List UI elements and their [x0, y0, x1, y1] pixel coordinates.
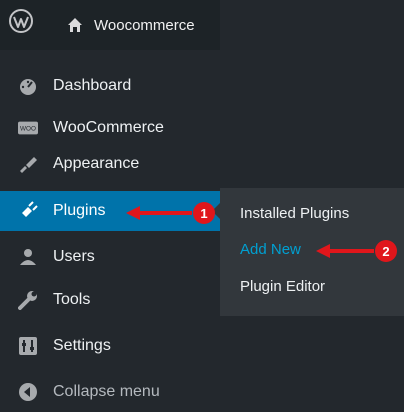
menu-item-label: Appearance	[53, 155, 140, 172]
menu-item-label: WooCommerce	[53, 119, 164, 136]
menu-item-dashboard[interactable]: Dashboard	[0, 66, 220, 106]
plugins-submenu: Installed Plugins Add New Plugin Editor	[220, 188, 404, 316]
dashboard-icon	[18, 76, 38, 96]
menu-item-woocommerce[interactable]: WOO WooCommerce	[0, 108, 220, 148]
menu-item-label: Users	[53, 248, 95, 265]
svg-text:WOO: WOO	[20, 126, 36, 133]
menu-item-label: Plugins	[53, 202, 106, 219]
menu-item-tools[interactable]: Tools	[0, 280, 220, 320]
submenu-item-add-new[interactable]: Add New	[240, 241, 301, 258]
wordpress-logo-icon[interactable]	[9, 9, 33, 33]
site-home-link[interactable]: Woocommerce	[66, 14, 195, 36]
settings-icon	[18, 336, 38, 356]
collapse-icon	[18, 382, 38, 402]
tools-icon	[18, 290, 38, 310]
menu-item-settings[interactable]: Settings	[0, 326, 220, 366]
menu-item-appearance[interactable]: Appearance	[0, 144, 220, 184]
site-name: Woocommerce	[94, 16, 195, 34]
appearance-icon	[18, 154, 38, 174]
woocommerce-icon: WOO	[18, 118, 38, 138]
users-icon	[18, 247, 38, 267]
menu-item-label: Dashboard	[53, 77, 132, 94]
menu-item-users[interactable]: Users	[0, 237, 220, 277]
menu-item-plugins[interactable]: Plugins	[0, 191, 220, 231]
admin-bar: Woocommerce	[0, 0, 220, 50]
submenu-item-installed-plugins[interactable]: Installed Plugins	[240, 205, 349, 222]
plugins-icon	[18, 201, 38, 221]
menu-item-label: Collapse menu	[53, 383, 160, 400]
menu-item-label: Tools	[53, 291, 91, 308]
home-icon	[68, 18, 82, 32]
submenu-item-plugin-editor[interactable]: Plugin Editor	[240, 278, 325, 295]
menu-item-label: Settings	[53, 337, 111, 354]
collapse-menu-button[interactable]: Collapse menu	[0, 372, 220, 412]
